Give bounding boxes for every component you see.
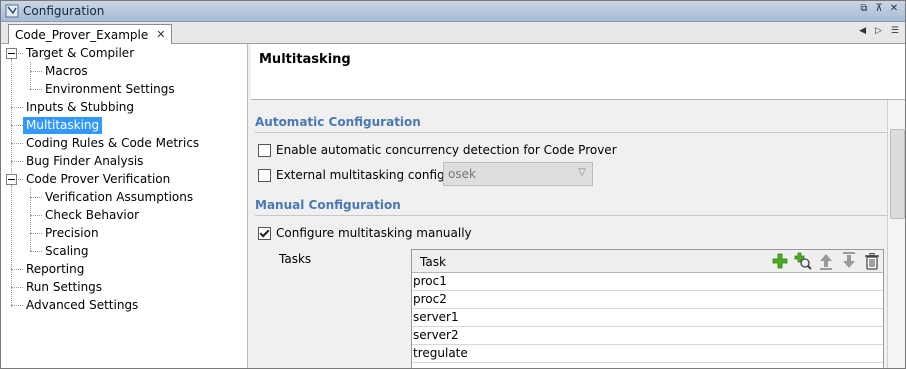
close-icon[interactable]: ✕: [889, 3, 899, 15]
trash-icon[interactable]: [863, 252, 881, 270]
tab-close-icon[interactable]: ✕: [156, 28, 165, 41]
task-name: server1: [413, 310, 459, 324]
tree-item-code-prover-verification[interactable]: Code Prover Verification: [26, 171, 170, 188]
tab-list-icon[interactable]: ☰: [891, 26, 899, 36]
options-tree: Target & Compiler Macros Environment Set…: [1, 44, 248, 368]
tree-item-macros[interactable]: Macros: [45, 63, 88, 80]
title-bar: Configuration ⧉ ⊼ ✕: [1, 1, 905, 22]
tab-code-prover-example[interactable]: Code_Prover_Example ✕: [8, 24, 173, 44]
external-multitasking-checkbox[interactable]: [258, 168, 271, 182]
app-icon: [5, 4, 19, 18]
tree-item-advanced-settings[interactable]: Advanced Settings: [26, 297, 138, 314]
tree-item-environment-settings[interactable]: Environment Settings: [45, 81, 175, 98]
tree-item-scaling[interactable]: Scaling: [45, 243, 88, 260]
table-row[interactable]: server2: [412, 327, 883, 345]
tasks-label: Tasks: [279, 252, 312, 266]
tasks-table-header: Task: [412, 250, 883, 273]
page-title: Multitasking: [259, 52, 351, 67]
section-title-manual: Manual Configuration: [255, 198, 401, 212]
add-icon[interactable]: [771, 252, 789, 270]
collapse-icon[interactable]: [6, 174, 17, 185]
move-up-icon[interactable]: [817, 252, 835, 270]
table-row[interactable]: proc1: [412, 273, 883, 291]
enable-auto-concurrency-label: Enable automatic concurrency detection f…: [276, 143, 617, 157]
task-name: server2: [413, 328, 459, 342]
tree-item-verification-assumptions[interactable]: Verification Assumptions: [45, 189, 193, 206]
panel-header: Multitasking: [251, 44, 905, 100]
tree-item-multitasking[interactable]: Multitasking: [23, 117, 103, 134]
task-name: tregulate: [413, 346, 468, 360]
external-multitasking-select[interactable]: osek ▽: [443, 162, 593, 186]
configure-manually-label: Configure multitasking manually: [276, 226, 472, 240]
move-down-icon[interactable]: [840, 252, 858, 270]
section-divider: [255, 132, 887, 133]
table-row[interactable]: proc2: [412, 291, 883, 309]
window-title: Configuration: [23, 4, 105, 18]
configure-manually-row: Configure multitasking manually: [258, 226, 472, 240]
chevron-down-icon: ▽: [578, 167, 586, 178]
scroll-left-icon[interactable]: ◀: [859, 26, 866, 36]
tree-item-precision[interactable]: Precision: [45, 225, 99, 242]
tree-item-check-behavior[interactable]: Check Behavior: [45, 207, 139, 224]
tree-item-inputs-stubbing[interactable]: Inputs & Stubbing: [26, 99, 134, 116]
panel-content: Automatic Configuration Enable automatic…: [251, 100, 887, 368]
configure-manually-checkbox[interactable]: [258, 226, 271, 240]
collapse-icon[interactable]: [6, 48, 17, 59]
add-from-search-icon[interactable]: [794, 252, 812, 270]
settings-panel: Multitasking Automatic Configuration Ena…: [249, 44, 905, 368]
tab-strip: Code_Prover_Example ✕ ◀ ▷ ☰: [1, 22, 905, 44]
section-title-automatic: Automatic Configuration: [255, 115, 421, 129]
task-column-header: Task: [420, 255, 446, 269]
tree-item-coding-rules[interactable]: Coding Rules & Code Metrics: [26, 135, 199, 152]
configuration-window: Configuration ⧉ ⊼ ✕ Code_Prover_Example …: [0, 0, 906, 369]
restore-icon[interactable]: ⧉: [859, 3, 869, 15]
enable-auto-concurrency-row: Enable automatic concurrency detection f…: [258, 143, 617, 157]
task-name: proc2: [413, 292, 447, 306]
tab-label: Code_Prover_Example: [15, 27, 149, 42]
tree-item-reporting[interactable]: Reporting: [26, 261, 84, 278]
table-row[interactable]: tregulate: [412, 345, 883, 363]
scrollbar-thumb[interactable]: [890, 129, 905, 219]
scroll-right-icon[interactable]: ▷: [875, 26, 882, 36]
pin-icon[interactable]: ⊼: [874, 3, 884, 15]
tree-item-target-compiler[interactable]: Target & Compiler: [26, 45, 134, 62]
tasks-table: Task proc1 proc2 server1 server2 tregula…: [411, 249, 884, 368]
table-row[interactable]: server1: [412, 309, 883, 327]
tree-item-run-settings[interactable]: Run Settings: [26, 279, 102, 296]
section-divider: [255, 215, 887, 216]
task-name: proc1: [413, 274, 447, 288]
vertical-scrollbar[interactable]: [887, 100, 905, 368]
external-multitasking-value: osek: [448, 167, 476, 181]
tree-item-bug-finder-analysis[interactable]: Bug Finder Analysis: [26, 153, 143, 170]
enable-auto-concurrency-checkbox[interactable]: [258, 143, 271, 157]
